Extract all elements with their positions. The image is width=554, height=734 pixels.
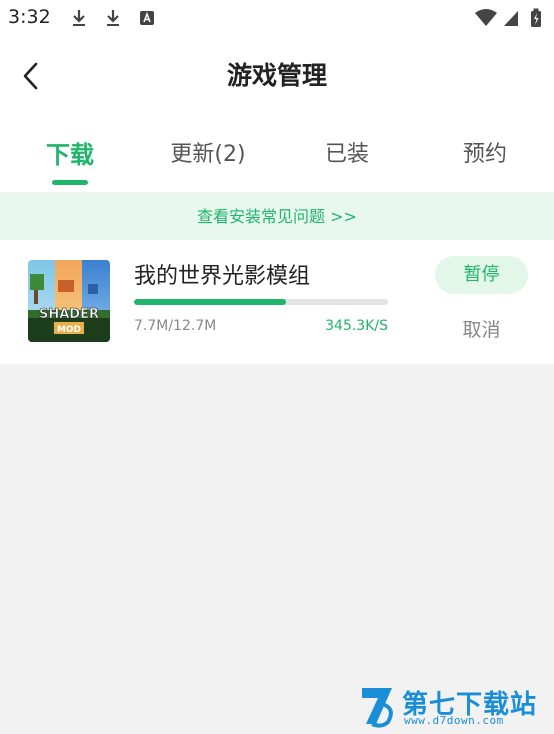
wifi-icon <box>475 9 497 26</box>
tab-installed[interactable]: 已装 <box>277 130 417 180</box>
cancel-button[interactable]: 取消 <box>435 312 528 348</box>
download-list-item: SHADER MOD 我的世界光影模组 7.7M/12.7M 345.3K/S … <box>0 240 554 364</box>
download-progress-bar <box>134 299 388 305</box>
app-name: 我的世界光影模组 <box>134 264 311 289</box>
site-watermark: 第七下载站 www.d7down.com <box>358 682 554 732</box>
d7down-logo-icon <box>362 688 393 728</box>
main-panel: 3:32 游戏管理 下载 更新(2) 已装 预约 查看安装常见问题 >> SHA… <box>0 0 554 364</box>
tab-updates[interactable]: 更新(2) <box>138 130 278 180</box>
page-title: 游戏管理 <box>226 61 327 90</box>
download-progress-fill <box>134 299 287 305</box>
download-icon <box>107 10 119 26</box>
text-notification-icon <box>140 11 154 25</box>
app-icon: SHADER MOD <box>28 260 110 342</box>
status-bar: 3:32 <box>0 0 554 38</box>
app-icon-text-shader: SHADER <box>39 307 99 322</box>
watermark-url: www.d7down.com <box>404 714 504 727</box>
app-icon-text-mod: MOD <box>57 325 81 335</box>
active-tab-indicator <box>52 180 88 185</box>
status-time: 3:32 <box>8 6 51 28</box>
signal-icon <box>504 11 518 26</box>
tab-download[interactable]: 下载 <box>0 130 140 180</box>
battery-icon <box>531 8 541 27</box>
download-size: 7.7M/12.7M <box>134 318 217 334</box>
install-faq-link[interactable]: 查看安装常见问题 >> <box>0 193 554 240</box>
pause-button[interactable]: 暂停 <box>435 256 528 294</box>
tab-reservations[interactable]: 预约 <box>415 130 554 180</box>
download-speed: 345.3K/S <box>325 318 388 334</box>
download-icon <box>73 10 85 26</box>
